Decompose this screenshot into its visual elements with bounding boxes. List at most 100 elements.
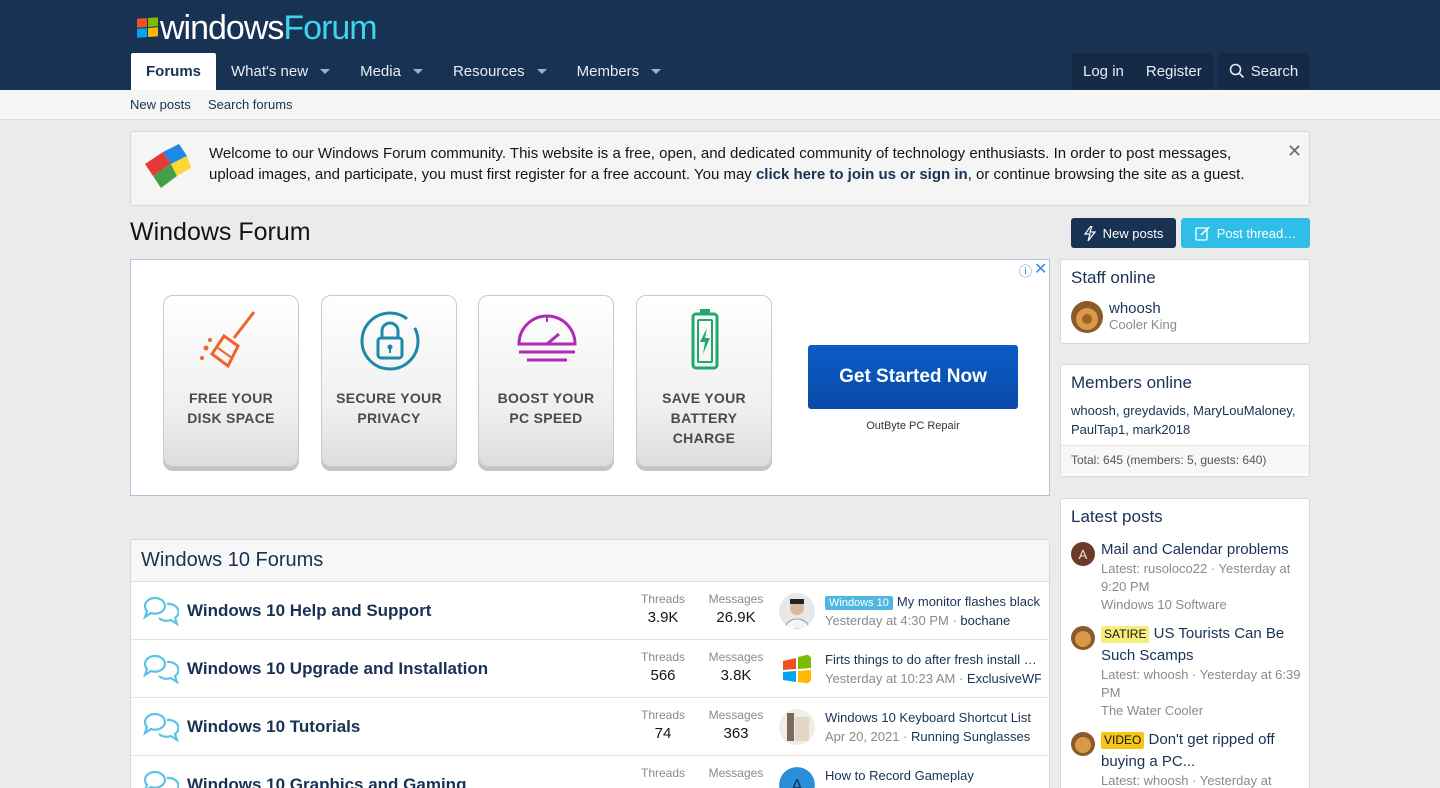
close-icon[interactable]: ✕ (1287, 141, 1302, 162)
latest-post-forum[interactable]: Windows 10 Software (1101, 596, 1301, 614)
broom-icon (200, 311, 256, 369)
avatar[interactable] (1071, 626, 1095, 650)
prefix-badge: Windows 10 (825, 596, 893, 610)
search-label: Search (1250, 62, 1299, 80)
tab-forums[interactable]: Forums (131, 53, 217, 90)
last-post-user[interactable]: ExclusiveWF (967, 671, 1041, 686)
latest-post-meta: Latest: whoosh · Yesterday at 6:39 PM (1101, 667, 1301, 700)
chevron-down-icon[interactable] (536, 69, 547, 74)
thread-count: 74 (654, 725, 672, 742)
main-nav: Forums What's new Media Resources Member… (131, 53, 676, 90)
welcome-notice: Welcome to our Windows Forum community. … (130, 131, 1310, 206)
forum-row: Windows 10 Graphics and Gaming Threads M… (131, 756, 1049, 788)
chevron-down-icon[interactable] (320, 69, 331, 74)
avatar[interactable] (779, 593, 815, 629)
sub-nav: New posts Search forums (0, 90, 1440, 120)
avatar[interactable]: A (779, 767, 815, 788)
new-posts-link[interactable]: New posts (130, 97, 191, 112)
svg-text:A: A (791, 776, 803, 788)
last-post-user[interactable]: Running Sunglasses (911, 729, 1030, 744)
member-link[interactable]: PaulTap1 (1071, 422, 1125, 437)
avatar[interactable] (1071, 732, 1095, 756)
ad-card-disk[interactable]: FREE YOUR DISK SPACE (163, 295, 299, 467)
last-post-title[interactable]: How to Record Gameplay (825, 768, 1041, 783)
avatar[interactable]: A (1071, 542, 1095, 566)
windows-forum-logo-icon (145, 144, 191, 188)
message-count: 26.9K (716, 609, 756, 626)
avatar[interactable] (1071, 301, 1103, 333)
last-post-user[interactable]: bochane (960, 613, 1010, 628)
last-post-meta: Yesterday at 10:23 AM · ExclusiveWF (825, 671, 1041, 686)
site-header: windowsForum Forums What's new Media Res… (0, 0, 1440, 90)
search-forums-link[interactable]: Search forums (208, 97, 293, 112)
staff-user-title: Cooler King (1109, 317, 1177, 332)
register-button[interactable]: Register (1135, 53, 1213, 89)
forum-chat-icon (142, 712, 179, 742)
last-post-meta: Yesterday at 4:30 PM · bochane (825, 613, 1011, 628)
forum-title[interactable]: Windows 10 Help and Support (187, 601, 431, 621)
info-icon[interactable]: ⓘ (1019, 261, 1032, 280)
speedometer-icon (517, 314, 577, 362)
search-icon (1229, 63, 1244, 79)
last-post-title[interactable]: Windows 10 Keyboard Shortcut List (825, 710, 1041, 725)
members-online-list: whoosh, greydavids, MaryLouMaloney, Paul… (1071, 403, 1296, 437)
tab-whats-new[interactable]: What's new (216, 53, 345, 90)
ad-card-battery[interactable]: SAVE YOUR BATTERY CHARGE (636, 295, 772, 467)
member-link[interactable]: greydavids (1123, 403, 1186, 418)
staff-user: whoosh Cooler King (1109, 300, 1177, 332)
advertisement[interactable]: ⓘ ✕ FREE YOUR DISK SPACE SECURE YOUR PRIVA… (130, 259, 1050, 496)
bolt-icon (1083, 225, 1096, 241)
logo-text: windowsForum (160, 9, 378, 47)
staff-user-name[interactable]: whoosh (1109, 300, 1177, 317)
latest-post-meta: Latest: whoosh · Yesterday at (1101, 773, 1272, 788)
page-title: Windows Forum (130, 218, 311, 246)
satire-badge: SATIRE (1101, 626, 1150, 643)
edit-icon (1195, 225, 1210, 241)
forum-title[interactable]: Windows 10 Graphics and Gaming (187, 775, 466, 788)
tab-members[interactable]: Members (562, 53, 677, 90)
staff-online-heading[interactable]: Staff online (1061, 260, 1309, 296)
avatar[interactable] (779, 709, 815, 745)
last-post-title[interactable]: My monitor flashes black (897, 594, 1040, 609)
close-icon[interactable]: ✕ (1034, 259, 1047, 279)
post-thread-button[interactable]: Post thread… (1181, 218, 1310, 248)
members-online-heading[interactable]: Members online (1061, 365, 1309, 401)
search-button[interactable]: Search (1218, 53, 1309, 89)
latest-post-forum[interactable]: The Water Cooler (1101, 702, 1301, 720)
new-posts-button[interactable]: New posts (1071, 218, 1176, 248)
latest-posts-heading[interactable]: Latest posts (1061, 499, 1309, 535)
forum-row: Windows 10 Help and Support Threads 3.9K … (131, 582, 1049, 640)
members-online-block: Members online whoosh, greydavids, MaryL… (1060, 364, 1310, 477)
ad-card-privacy[interactable]: SECURE YOUR PRIVACY (321, 295, 457, 467)
thread-count: 3.9K (647, 609, 679, 626)
member-link[interactable]: mark2018 (1132, 422, 1190, 437)
latest-post-item: SATIRE US Tourists Can Be Such Scamps La… (1071, 623, 1301, 723)
site-logo[interactable]: windowsForum (137, 9, 378, 47)
chevron-down-icon[interactable] (651, 69, 662, 74)
message-count: 363 (723, 725, 749, 742)
video-badge: VIDEO (1101, 732, 1145, 749)
account-group: Log in Register (1072, 53, 1213, 89)
category-heading[interactable]: Windows 10 Forums (131, 540, 1049, 582)
last-post-title[interactable]: Firts things to do after fresh install o… (825, 652, 1041, 667)
ad-card-speed[interactable]: BOOST YOUR PC SPEED (478, 295, 614, 467)
forum-title[interactable]: Windows 10 Tutorials (187, 717, 360, 737)
forum-title[interactable]: Windows 10 Upgrade and Installation (187, 659, 488, 679)
forum-category-block: Windows 10 Forums Windows 10 Help and Su… (130, 539, 1050, 788)
forum-row: Windows 10 Tutorials Threads 74 Messages 3… (131, 698, 1049, 756)
chevron-down-icon[interactable] (412, 69, 423, 74)
tab-media[interactable]: Media (345, 53, 438, 90)
member-link[interactable]: MaryLouMaloney (1193, 403, 1292, 418)
avatar[interactable] (779, 651, 815, 687)
join-link[interactable]: click here to join us or sign in (756, 166, 968, 183)
latest-post-item: VIDEO Don't get ripped off buying a PC..… (1071, 729, 1301, 788)
ad-sponsor: OutByte PC Repair (866, 420, 960, 432)
member-link[interactable]: whoosh (1071, 403, 1116, 418)
tab-resources[interactable]: Resources (438, 53, 562, 90)
forum-chat-icon (142, 596, 179, 626)
windows-flag-icon (137, 17, 159, 39)
login-button[interactable]: Log in (1072, 53, 1135, 89)
latest-post-title[interactable]: Mail and Calendar problems (1101, 539, 1301, 561)
members-total: Total: 645 (members: 5, guests: 640) (1061, 445, 1309, 474)
get-started-button[interactable]: Get Started Now (808, 345, 1018, 409)
